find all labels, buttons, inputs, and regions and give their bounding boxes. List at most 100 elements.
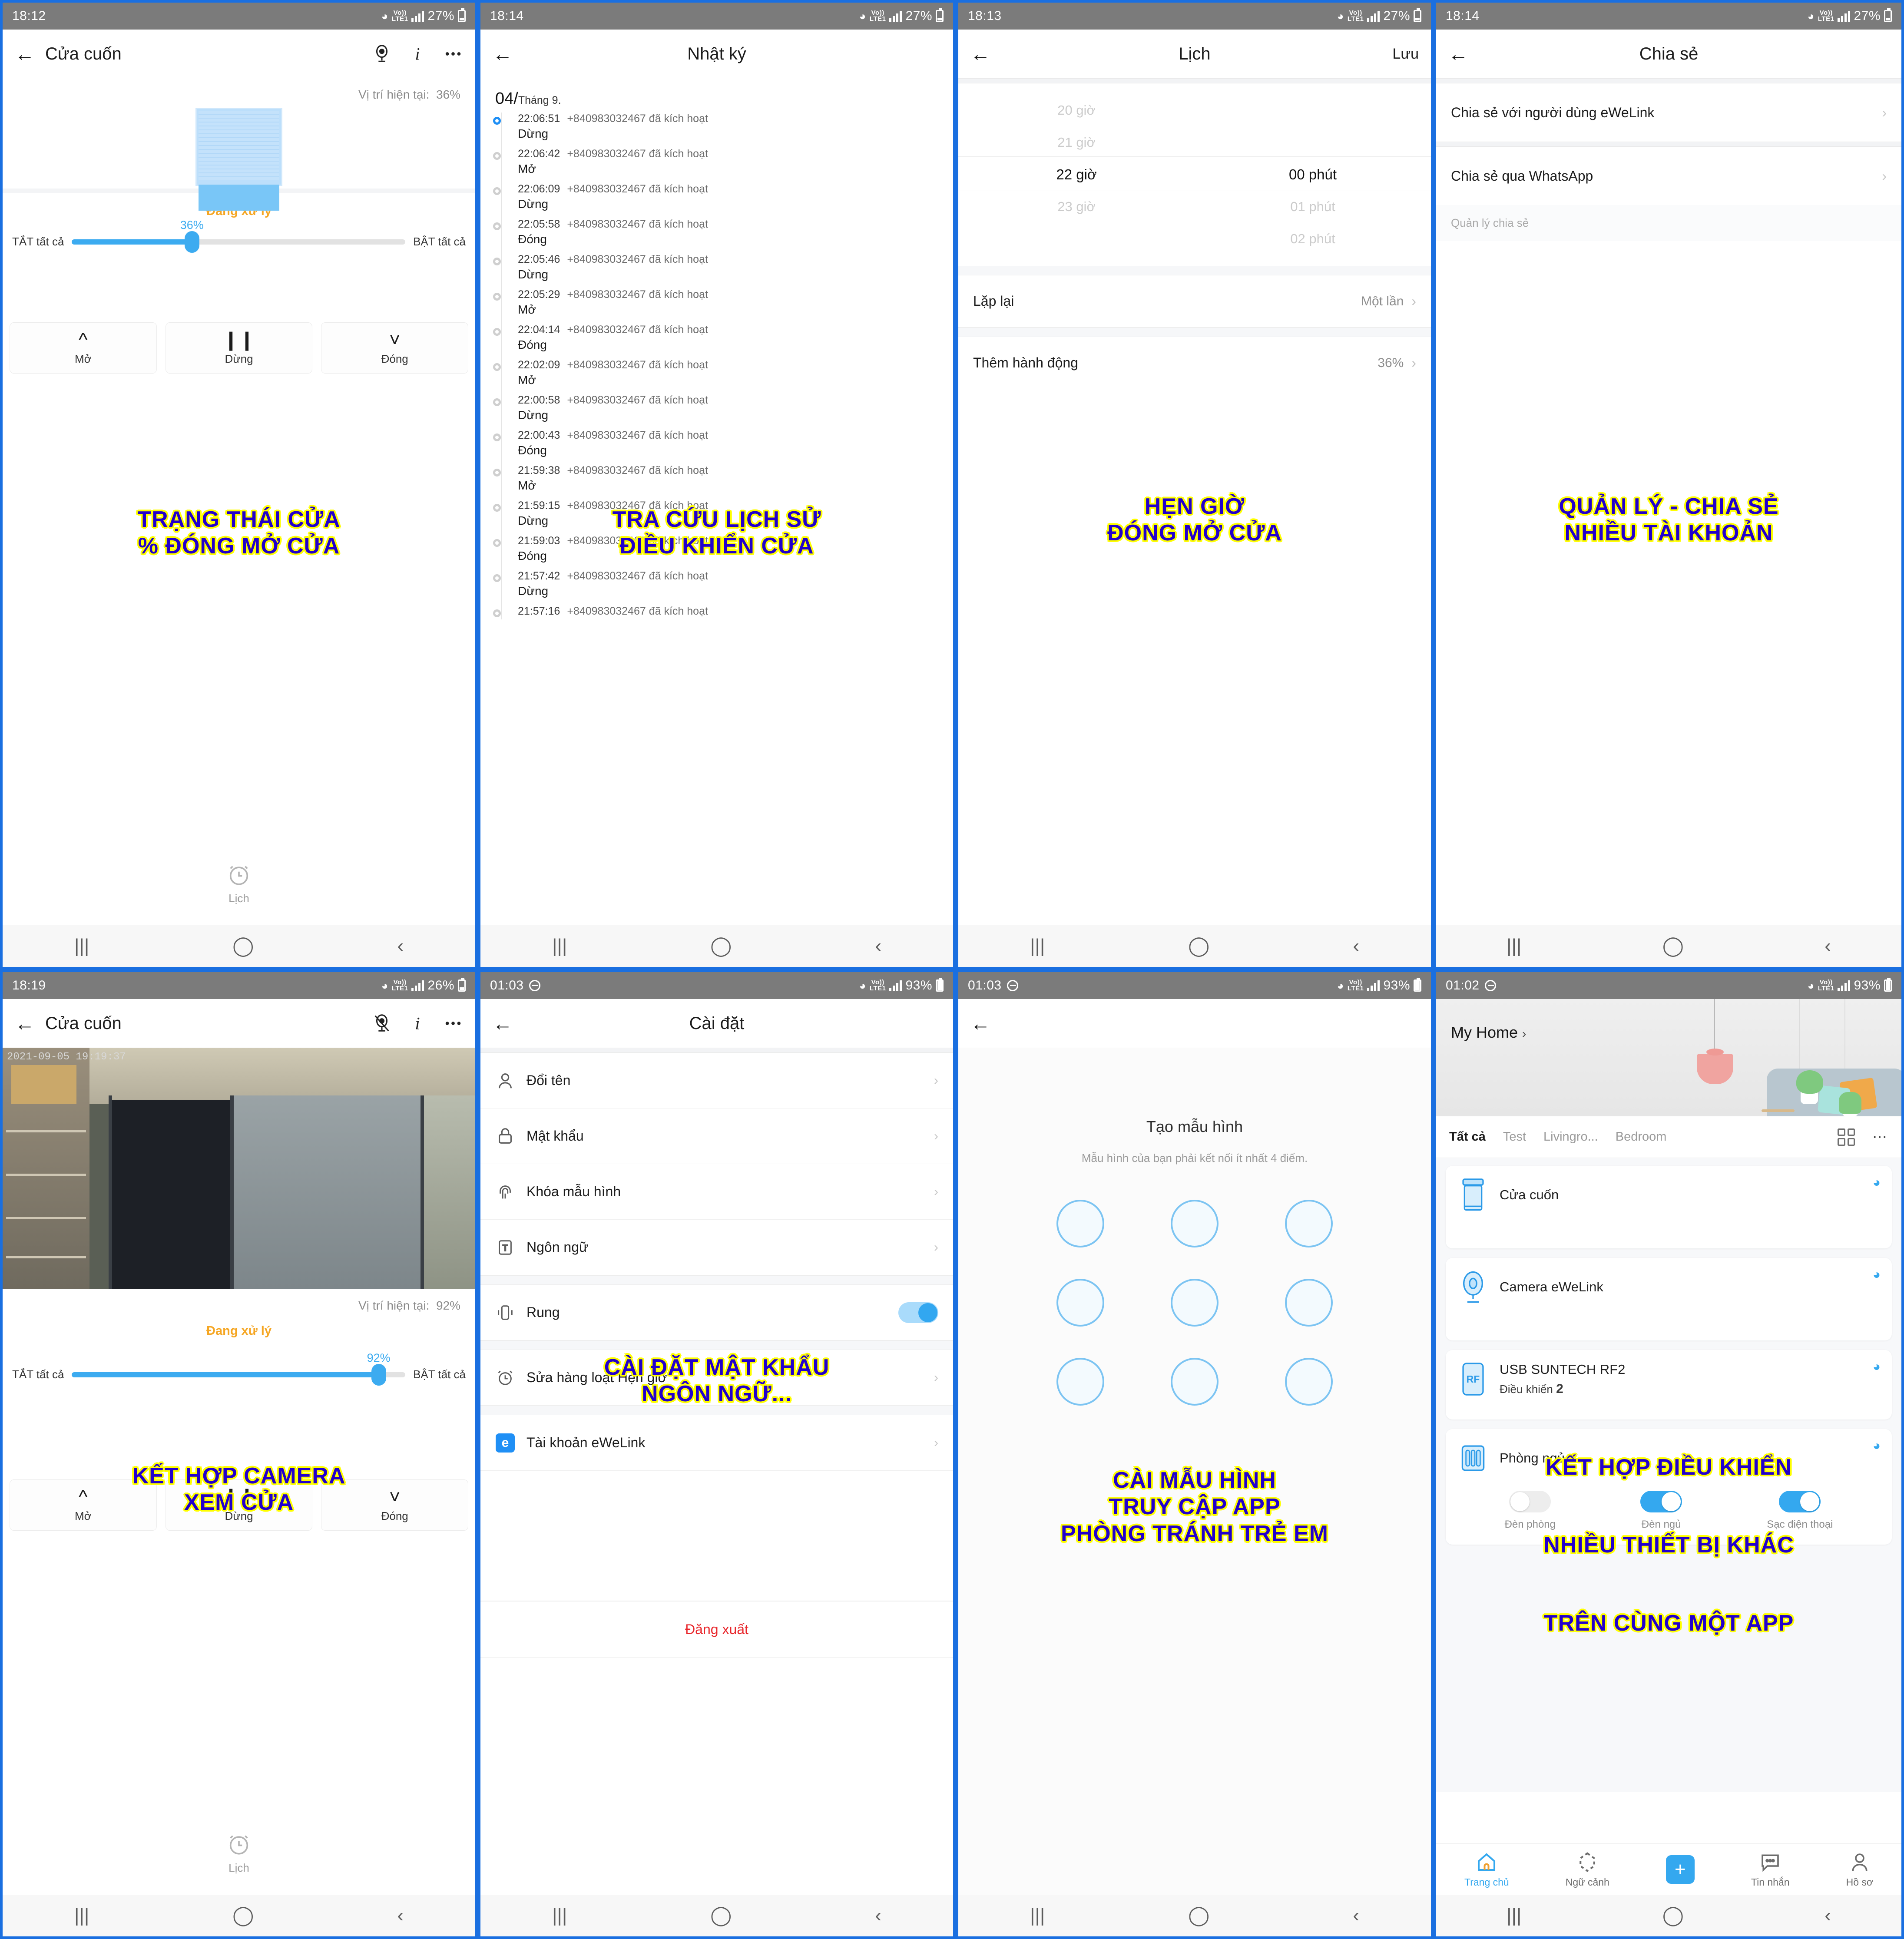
back-button[interactable]: ← [15,44,45,64]
settings-row-rename[interactable]: Đổi tên › [480,1053,953,1108]
position-slider[interactable]: TẮT tất cả 36% BẬT tất cả [3,218,475,253]
bottom-nav[interactable]: Trang chủ Ngữ cảnh + Tin nhắn Hồ sơ [1436,1843,1901,1895]
close-button[interactable]: ˅ Đóng [321,1479,469,1531]
home-button[interactable]: ◯ [1662,936,1684,956]
pattern-dot[interactable] [1285,1200,1333,1247]
share-whatsapp-row[interactable]: Chia sẻ qua WhatsApp › [1436,147,1901,205]
channel-switch[interactable]: Sạc điện thoại [1767,1491,1833,1531]
pattern-grid[interactable] [958,1165,1431,1406]
logout-button[interactable]: Đăng xuất [480,1601,953,1658]
home-button[interactable]: ◯ [710,936,732,956]
recents-button[interactable]: ||| [1507,1906,1521,1925]
home-button[interactable]: ◯ [710,1906,732,1925]
pattern-dot[interactable] [1285,1279,1333,1327]
settings-row-pattern-lock[interactable]: Khóa mẫu hình › [480,1164,953,1220]
home-name[interactable]: My Home › [1451,1023,1526,1042]
settings-row-language[interactable]: T Ngôn ngữ › [480,1220,953,1275]
hour-option[interactable]: 22 giờ [1056,159,1096,191]
device-card-bedroom[interactable]: ◕ Phòng ngủ Đèn phòng Đèn ngủ Sạc điện tho… [1446,1429,1892,1545]
stop-button[interactable]: ❙❙ Dừng [165,322,313,374]
camera-feed[interactable]: 2021-09-05 19:19:37 [3,1048,475,1289]
pattern-dot[interactable] [1056,1358,1105,1406]
schedule-shortcut[interactable]: Lịch [3,862,475,923]
hour-column[interactable]: 20 giờ 21 giờ 22 giờ 23 giờ [958,94,1195,255]
home-button[interactable]: ◯ [1188,1906,1209,1925]
stop-button[interactable]: ❙❙ Dừng [165,1479,313,1531]
home-button[interactable]: ◯ [1188,936,1209,956]
back-nav-button[interactable]: ‹ [875,936,881,956]
schedule-shortcut[interactable]: Lịch [3,1832,475,1892]
room-tab[interactable]: Livingro... [1543,1130,1598,1144]
back-nav-button[interactable]: ‹ [397,1906,404,1925]
position-slider[interactable]: TẮT tất cả 92% BẬT tất cả [3,1351,475,1386]
device-card-roller-door[interactable]: ◕ Cửa cuốn [1446,1166,1892,1248]
close-button[interactable]: ˅ Đóng [321,322,469,374]
hour-option[interactable]: 21 giờ [1057,126,1096,159]
back-button[interactable]: ← [15,1013,45,1033]
vibrate-toggle[interactable] [898,1302,938,1323]
more-icon[interactable] [443,44,463,64]
channel-switch[interactable]: Đèn ngủ [1640,1491,1682,1531]
settings-row-ewelink-account[interactable]: e Tài khoản eWeLink › [480,1415,953,1471]
recents-button[interactable]: ||| [1507,936,1521,956]
back-button[interactable]: ← [1448,44,1479,64]
back-button[interactable]: ← [493,44,523,64]
open-button[interactable]: ^ Mở [10,1479,157,1531]
pattern-dot[interactable] [1170,1358,1219,1406]
more-icon[interactable]: ⋯ [1872,1128,1888,1146]
settings-row-vibrate[interactable]: Rung [480,1285,953,1340]
pattern-dot[interactable] [1056,1279,1105,1327]
back-nav-button[interactable]: ‹ [397,936,404,956]
back-nav-button[interactable]: ‹ [875,1906,881,1925]
home-button[interactable]: ◯ [1662,1906,1684,1925]
hour-option[interactable]: 20 giờ [1057,94,1096,126]
room-tab[interactable]: Bedroom [1616,1130,1667,1144]
minute-option[interactable]: 01 phút [1290,191,1335,223]
info-icon[interactable]: i [407,1013,427,1033]
back-nav-button[interactable]: ‹ [1353,936,1359,956]
share-ewelink-row[interactable]: Chia sẻ với người dùng eWeLink › [1436,83,1901,142]
plus-icon[interactable]: + [1666,1855,1695,1884]
toggle-knob[interactable] [1640,1491,1682,1512]
back-nav-button[interactable]: ‹ [1353,1906,1359,1925]
bottom-nav-message[interactable]: Tin nhắn [1751,1850,1790,1888]
toggle-knob[interactable] [1779,1491,1821,1512]
add-action-row[interactable]: Thêm hành động 36% › [958,337,1431,389]
recents-button[interactable]: ||| [552,936,567,956]
minute-option[interactable]: 00 phút [1289,159,1337,191]
grid-view-icon[interactable] [1838,1128,1855,1146]
device-card-rf[interactable]: ◕ RF USB SUNTECH RF2 Điều khiển 2 [1446,1350,1892,1420]
back-nav-button[interactable]: ‹ [1825,936,1831,956]
camera-muted-icon[interactable] [372,1013,392,1033]
room-tab[interactable]: Tất cả [1449,1130,1486,1144]
recents-button[interactable]: ||| [1030,936,1045,956]
bottom-nav-scene[interactable]: Ngữ cảnh [1566,1850,1609,1888]
back-button[interactable]: ← [970,44,1001,64]
bottom-nav-profile[interactable]: Hồ sơ [1846,1850,1873,1888]
slider-knob[interactable] [371,1363,386,1386]
settings-row-password[interactable]: Mật khẩu › [480,1108,953,1164]
slider-knob[interactable] [184,231,199,253]
back-button[interactable]: ← [493,1013,523,1033]
room-tabs[interactable]: Tất cả Test Livingro... Bedroom ⋯ [1436,1116,1901,1158]
save-button[interactable]: Lưu [1392,46,1419,63]
pattern-dot[interactable] [1170,1200,1219,1247]
log-list[interactable]: 22:06:51 +840983032467 đã kích hoạt Dừng 22… [480,113,953,619]
home-button[interactable]: ◯ [232,936,254,956]
bottom-nav-plus[interactable]: + [1666,1855,1695,1884]
channel-switch[interactable]: Đèn phòng [1505,1491,1556,1531]
camera-icon[interactable] [372,44,392,64]
minute-column[interactable]: xx00 phút01 phút02 phút [1195,94,1431,255]
more-icon[interactable] [443,1013,463,1033]
recents-button[interactable]: ||| [552,1906,567,1925]
device-card-camera[interactable]: ◕ Camera eWeLink [1446,1258,1892,1340]
repeat-row[interactable]: Lặp lại Một lần › [958,275,1431,328]
recents-button[interactable]: ||| [1030,1906,1045,1925]
open-button[interactable]: ^ Mở [10,322,157,374]
pattern-dot[interactable] [1170,1279,1219,1327]
info-icon[interactable]: i [407,44,427,64]
recents-button[interactable]: ||| [74,936,89,956]
recents-button[interactable]: ||| [74,1906,89,1925]
back-nav-button[interactable]: ‹ [1825,1906,1831,1925]
settings-row-batch-timer[interactable]: Sửa hàng loạt Hẹn giờ › [480,1350,953,1406]
